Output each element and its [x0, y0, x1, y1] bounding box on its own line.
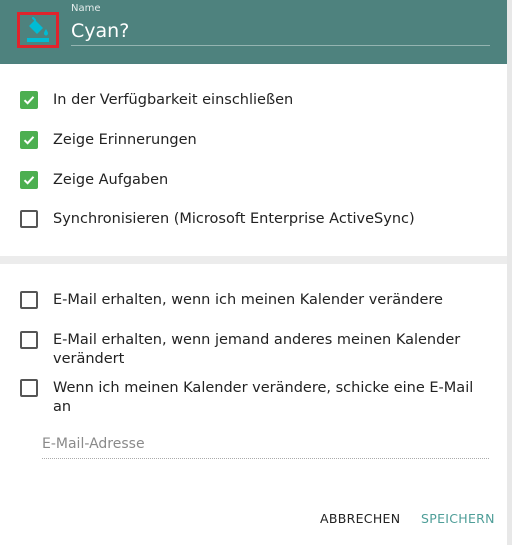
color-picker-button[interactable] [17, 12, 59, 48]
option-label: Zeige Erinnerungen [53, 132, 197, 148]
option-label: Synchronisieren (Microsoft Enterprise Ac… [53, 211, 415, 227]
email-address-input[interactable]: E-Mail-Adresse [42, 432, 489, 459]
cancel-button[interactable]: ABBRECHEN [320, 511, 400, 526]
calendar-settings-dialog: Name Cyan? In der Verfügbarkeit einschli… [0, 0, 507, 545]
option-label: Wenn ich meinen Kalender verändere, schi… [53, 380, 474, 415]
checkbox-checked[interactable] [20, 131, 38, 149]
option-label: E-Mail erhalten, wenn jemand anderes mei… [53, 332, 461, 367]
email-option-own-changes[interactable]: E-Mail erhalten, wenn ich meinen Kalende… [20, 291, 493, 310]
email-option-notify-address[interactable]: Wenn ich meinen Kalender verändere, schi… [20, 379, 493, 417]
check-icon [23, 136, 35, 145]
option-activesync[interactable]: Synchronisieren (Microsoft Enterprise Ac… [20, 210, 493, 229]
check-icon [23, 96, 35, 105]
option-include-availability[interactable]: In der Verfügbarkeit einschließen [20, 91, 493, 110]
option-label: In der Verfügbarkeit einschließen [53, 92, 294, 108]
checkbox-checked[interactable] [20, 171, 38, 189]
checkbox-unchecked[interactable] [20, 291, 38, 309]
option-show-tasks[interactable]: Zeige Aufgaben [20, 171, 493, 190]
save-button[interactable]: SPEICHERN [421, 511, 495, 526]
check-icon [23, 176, 35, 185]
checkbox-unchecked[interactable] [20, 210, 38, 228]
paint-bucket-icon [26, 17, 50, 43]
email-option-others-changes[interactable]: E-Mail erhalten, wenn jemand anderes mei… [20, 331, 493, 369]
option-label: E-Mail erhalten, wenn ich meinen Kalende… [53, 292, 443, 308]
option-show-reminders[interactable]: Zeige Erinnerungen [20, 131, 493, 150]
checkbox-unchecked[interactable] [20, 331, 38, 349]
option-label: Zeige Aufgaben [53, 172, 169, 188]
checkbox-unchecked[interactable] [20, 379, 38, 397]
checkbox-checked[interactable] [20, 91, 38, 109]
dialog-header: Name Cyan? [0, 0, 507, 64]
section-divider [0, 256, 507, 264]
background-strip [507, 0, 512, 545]
calendar-name-input[interactable]: Cyan? [71, 18, 490, 46]
name-field-label: Name [71, 3, 101, 14]
